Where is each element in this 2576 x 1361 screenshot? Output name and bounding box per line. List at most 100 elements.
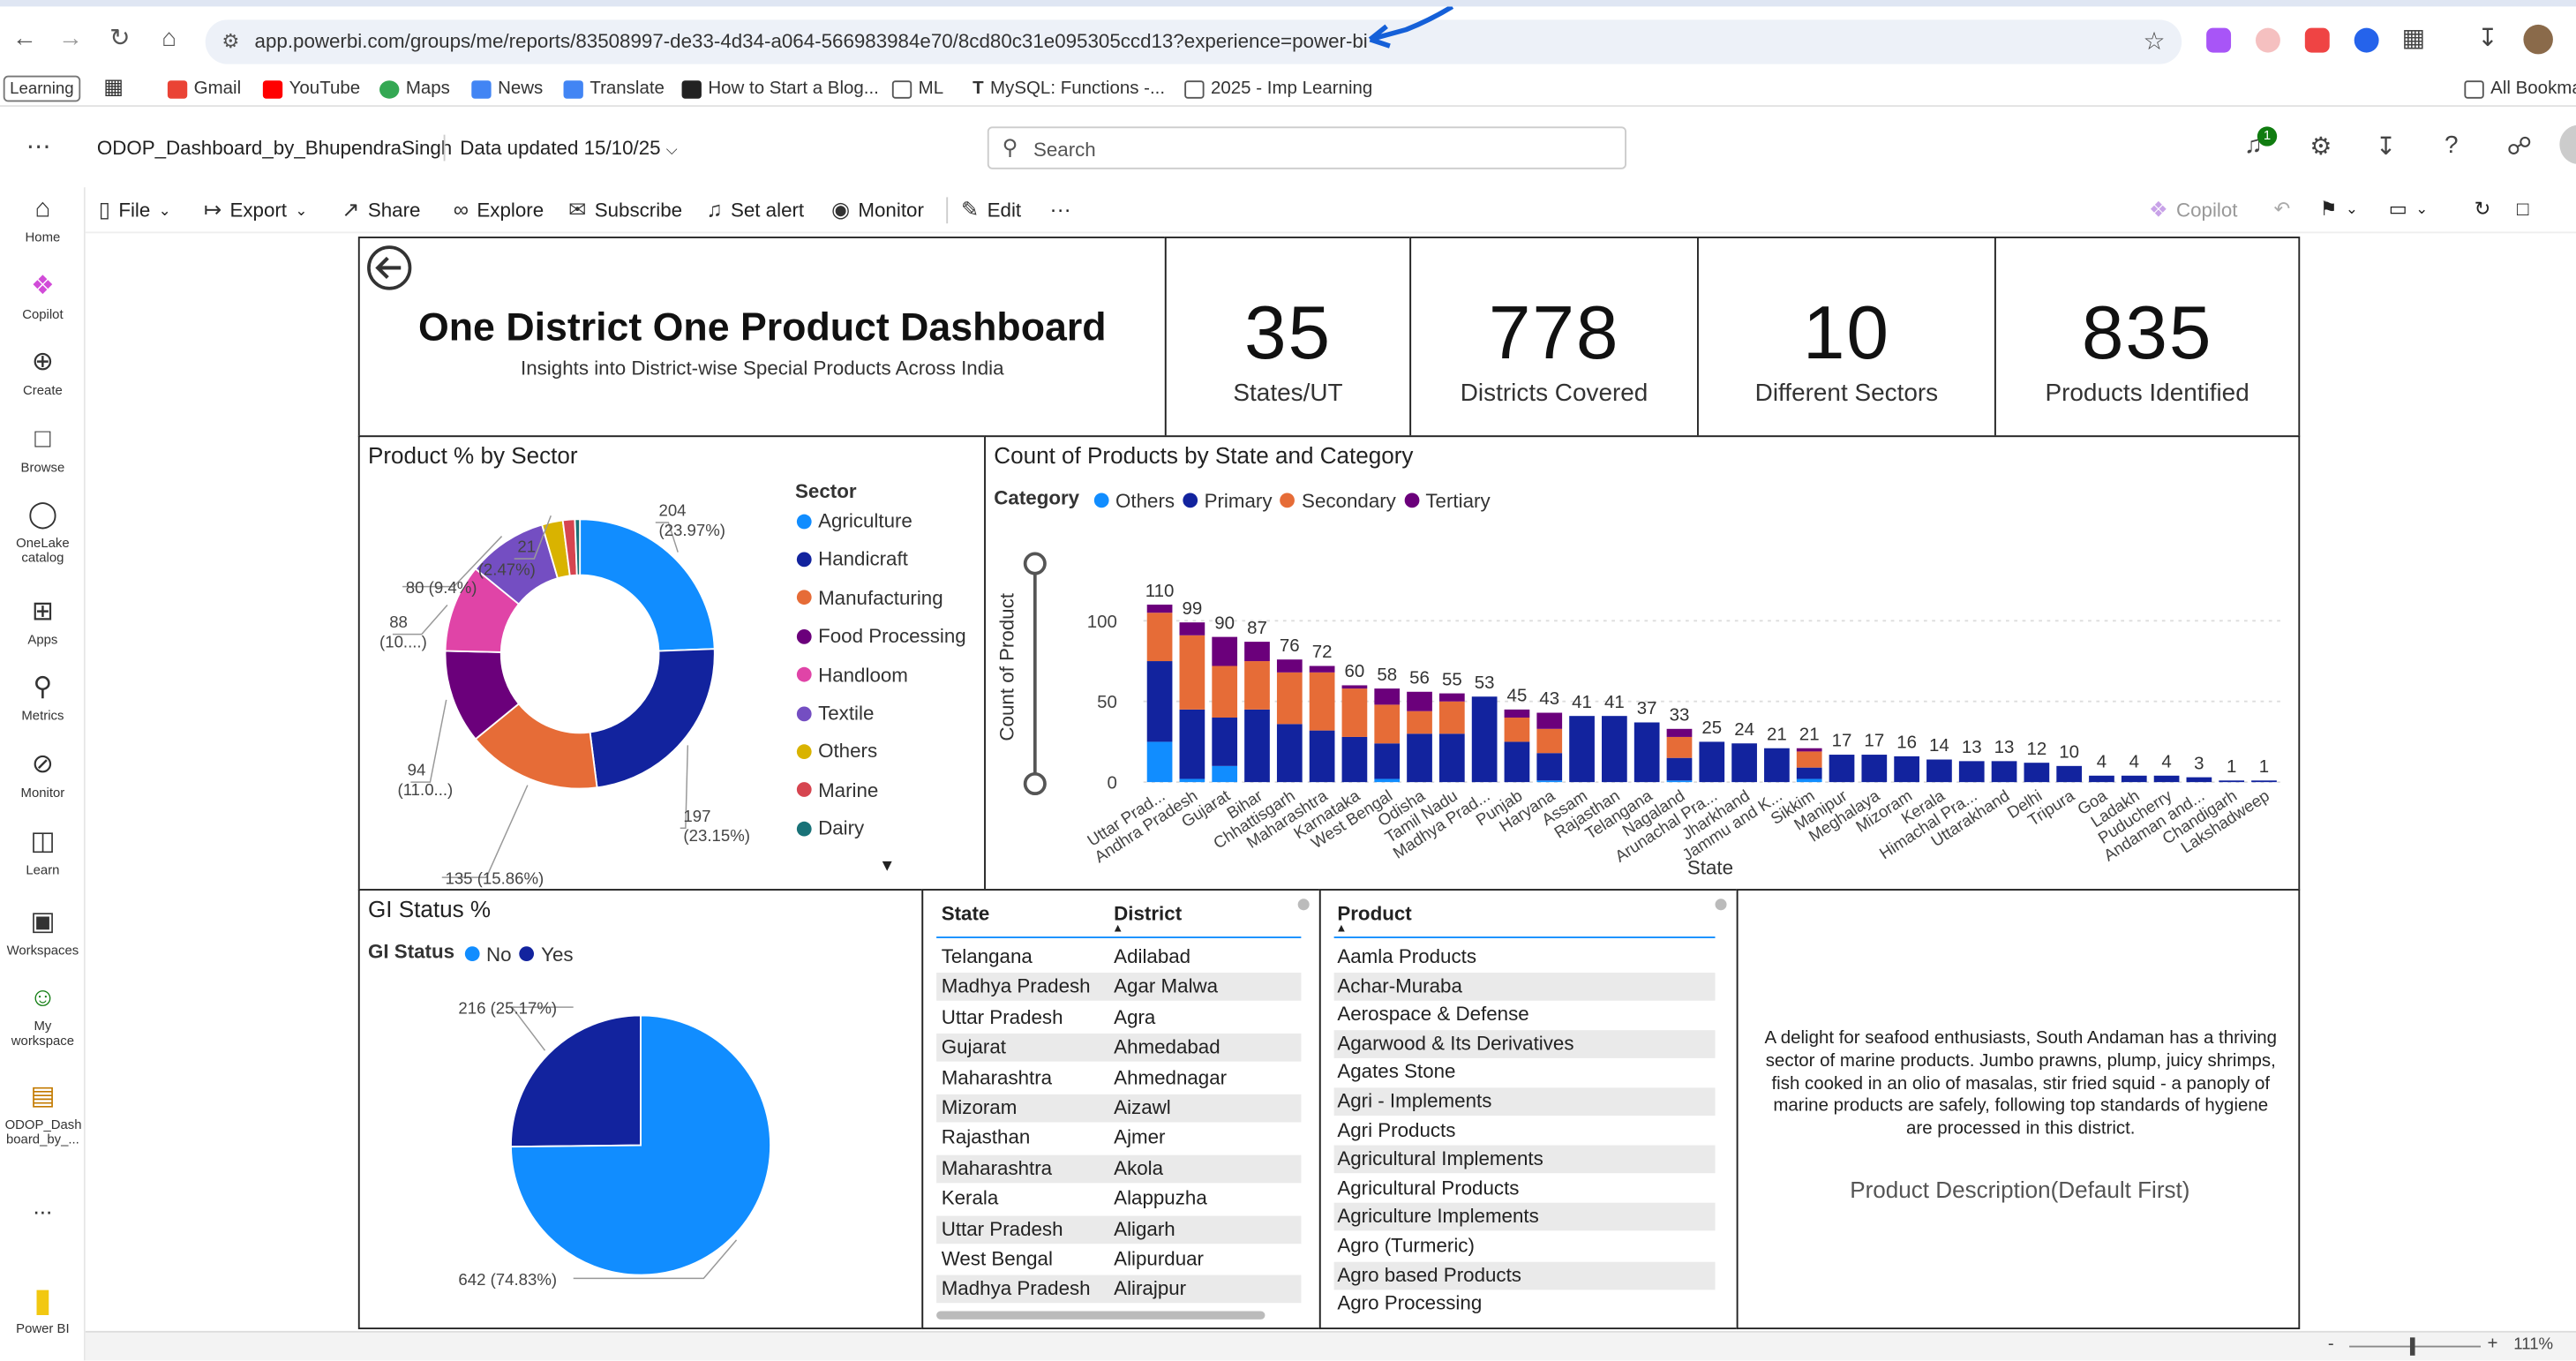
bar-segment[interactable] [1407,711,1432,734]
bar-segment[interactable] [1602,716,1627,783]
bookmark-blog[interactable]: How to Start a Blog... [681,76,879,102]
bar-segment[interactable] [1796,751,1822,768]
legend-item-marine[interactable]: Marine [796,778,878,801]
legend-item-textile[interactable]: Textile [796,702,874,725]
state-category-bar-visual[interactable]: Count of Products by State and Category … [984,435,2301,891]
search-input[interactable]: ⚲ Search [987,126,1626,169]
bar-segment[interactable] [1796,748,1822,752]
table-row[interactable]: Uttar Pradesh Aligarh [936,1214,1302,1244]
bar-segment[interactable] [1666,757,1693,781]
explore-button[interactable]: ∞ Explore [454,197,544,222]
bar-segment[interactable] [1536,712,1563,729]
legend-item-handloom[interactable]: Handloom [796,663,908,686]
legend-item-primary[interactable]: Primary [1183,489,1273,512]
bar-segment[interactable] [1341,688,1368,737]
extension-icon[interactable] [2304,27,2330,53]
table-row[interactable]: Achar-Muraba [1333,972,1716,1000]
account-avatar[interactable] [2559,124,2576,165]
bar-segment[interactable] [1569,716,1595,783]
bar-segment[interactable] [1861,755,1888,783]
table-row[interactable]: Agro based Products [1333,1260,1716,1290]
back-arrow-icon[interactable] [366,244,416,294]
bar-segment[interactable] [1407,691,1432,711]
zoom-in-button[interactable]: + [2487,1335,2497,1354]
sector-donut-visual[interactable]: Product % by Sector 204 (23.97%) 197 (23.15… [357,435,986,891]
donut-slice[interactable] [589,648,716,789]
copilot-button[interactable]: ❖ Copilot [2149,197,2238,223]
table-row[interactable]: Agro (Turmeric) [1334,1232,1716,1260]
rail-create[interactable]: ⊕ Create [0,347,86,398]
reset-icon[interactable]: ↶ [2273,197,2290,220]
bar-segment[interactable] [1146,741,1173,783]
bar-segment[interactable] [2024,763,2050,783]
bar-segment[interactable] [1146,661,1173,742]
zoom-handle-top[interactable] [1023,552,1047,575]
table-row[interactable]: Kerala Alappuzha [936,1185,1301,1214]
bookmark-learning[interactable]: Learning [3,75,81,102]
donut-chart[interactable]: 204(23.97%) 197(23.15%) 135 (15.86%) 94(11.… [360,477,787,888]
zoom-slider-thumb[interactable] [2409,1337,2415,1356]
legend-item-no[interactable]: No [464,943,512,966]
monitor-button[interactable]: ◉ Monitor [831,197,924,223]
bar-segment[interactable] [1666,780,1693,783]
table-row[interactable]: Agri - Implements [1333,1087,1716,1117]
bar-segment[interactable] [1341,685,1368,689]
bar-segment[interactable] [2089,775,2114,783]
data-updated[interactable]: Data updated 15/10/25 ⌵ [460,137,677,160]
bar-segment[interactable] [1536,780,1563,783]
bar-segment[interactable] [1666,736,1693,758]
bar-segment[interactable] [1504,741,1530,783]
bar-segment[interactable] [1244,642,1270,662]
table-row[interactable]: Agro Processing [1334,1290,1716,1319]
forward-icon[interactable]: → [56,25,86,55]
reload-icon[interactable]: ↻ [105,25,135,55]
rail-workspaces[interactable]: ▣ Workspaces [0,907,86,958]
legend-item-others[interactable]: Others [796,740,877,763]
bar-segment[interactable] [1212,718,1238,766]
bar-segment[interactable] [1212,636,1238,666]
settings-gear-icon[interactable]: ⚙ [2309,132,2332,162]
bar-segment[interactable] [1309,672,1335,731]
download-icon[interactable]: ↧ [2376,132,2396,162]
bar-segment[interactable] [1536,753,1563,781]
legend-item-tertiary[interactable]: Tertiary [1404,489,1491,512]
bar-segment[interactable] [2056,765,2083,783]
bar-segment[interactable] [1244,661,1270,710]
bar-segment[interactable] [1666,728,1693,737]
state-district-table[interactable]: State District ▲ Telangana Adilabad Madhya… [921,889,1321,1330]
table-row[interactable]: Madhya Pradesh Alirajpur [936,1275,1302,1304]
view-icon[interactable]: ▭ ⌄ [2389,197,2428,220]
legend-item-others[interactable]: Others [1093,489,1175,512]
table-row[interactable]: Agates Stone [1334,1059,1716,1087]
bar-segment[interactable] [1407,733,1432,783]
extension-icon[interactable] [2354,27,2379,53]
table-row[interactable]: Gujarat Ahmedabad [936,1034,1302,1062]
site-settings-icon[interactable]: ⚙ [222,30,239,53]
sort-ascending-icon[interactable]: ▲ [1335,923,1347,935]
bar-segment[interactable] [1179,635,1205,710]
bar-segment[interactable] [1699,741,1725,783]
bar-segment[interactable] [1179,709,1205,779]
bar-segment[interactable] [1633,722,1660,783]
legend-item-agriculture[interactable]: Agriculture [796,509,912,532]
column-header-state[interactable]: State [942,902,990,925]
bookmark-maps[interactable]: Maps [379,76,450,102]
rail-home[interactable]: ⌂ Home [0,194,86,245]
export-menu[interactable]: ↦ Export ⌄ [204,197,308,223]
table-row[interactable]: Rajasthan Ajmer [936,1124,1301,1153]
table-row[interactable]: West Bengal Alipurduar [936,1245,1301,1274]
bar-segment[interactable] [1374,743,1401,779]
bookmark-news[interactable]: News [471,76,543,102]
url-text[interactable]: app.powerbi.com/groups/me/reports/835089… [255,30,1368,53]
bar-segment[interactable] [1212,665,1238,718]
table-row[interactable]: Mizoram Aizawl [936,1094,1302,1123]
rail-onelake[interactable]: ◯ OneLake catalog [0,500,86,566]
rail-copilot[interactable]: ❖ Copilot [0,271,86,322]
table-row[interactable]: Madhya Pradesh Agar Malwa [936,973,1302,1002]
bar-segment[interactable] [1796,767,1822,779]
comment-icon[interactable]: □ [2517,197,2528,220]
bar-segment[interactable] [2219,780,2245,783]
table-row[interactable]: Agarwood & Its Derivatives [1333,1029,1716,1058]
horizontal-scrollbar[interactable] [936,1311,1265,1320]
table-row[interactable]: Telangana Adilabad [936,944,1301,972]
